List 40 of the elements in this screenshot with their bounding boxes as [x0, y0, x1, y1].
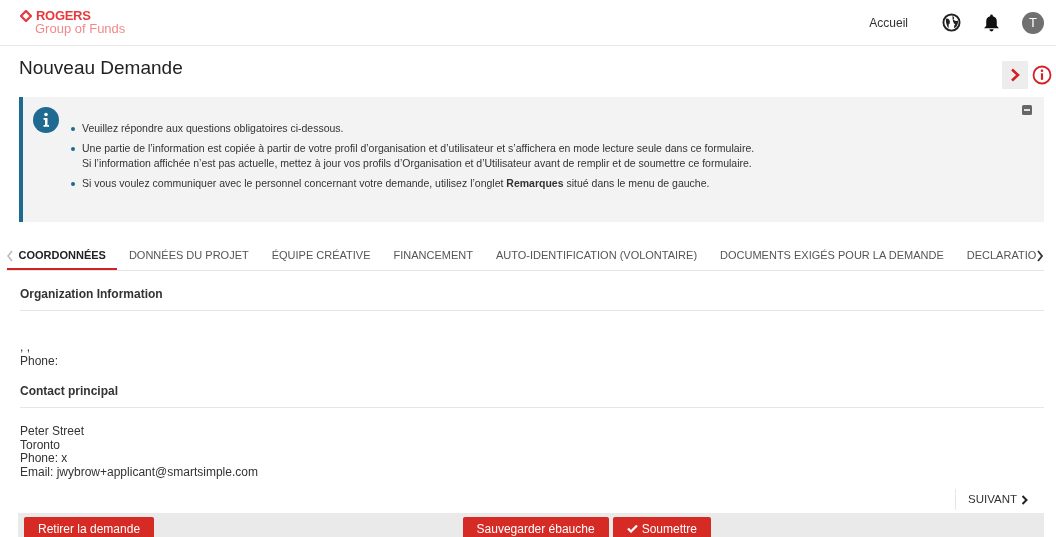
bell-icon[interactable] — [983, 13, 1000, 32]
tab[interactable]: DECLARATIO — [955, 242, 1036, 270]
chevron-right-icon[interactable] — [1036, 250, 1044, 262]
tab[interactable]: DONNÉES DU PROJET — [117, 242, 261, 270]
check-icon — [626, 524, 638, 534]
info-icon — [33, 107, 59, 133]
section-heading: Organization Information — [20, 271, 1044, 311]
tab[interactable]: COORDONNÉES — [7, 242, 118, 270]
expand-panel-button[interactable] — [1002, 61, 1028, 89]
info-line: Phone: x — [20, 452, 69, 466]
info-line: Peter Street — [20, 425, 86, 439]
info-line: , , — [20, 341, 31, 355]
info-icon[interactable] — [1032, 65, 1052, 85]
chevron-right-icon — [1021, 494, 1028, 505]
notice-text: Si vous voulez communiquer avec le personnel concernant votre demande, utilisez l’onglet Remarques situé dans le menu de gauche. — [82, 175, 710, 191]
logo-icon — [20, 9, 32, 22]
collapse-icon[interactable] — [1022, 105, 1032, 115]
withdraw-button[interactable]: Retirer la demande — [24, 517, 155, 537]
submit-button[interactable]: Soumettre — [612, 517, 711, 537]
bullet-icon — [71, 127, 75, 131]
logo-text: ROGERS — [36, 9, 91, 22]
tab[interactable]: DOCUMENTS EXIGÉS POUR LA DEMANDE — [708, 242, 956, 270]
save-draft-button[interactable]: Sauvegarder ébauche — [462, 517, 609, 537]
info-line: Email: jwybrow+applicant@smartsimple.com — [20, 465, 259, 479]
bullet-icon — [71, 181, 75, 186]
tab[interactable]: ÉQUIPE CRÉATIVE — [260, 242, 383, 270]
globe-icon[interactable] — [942, 13, 961, 32]
notice-text: Veuillez répondre aux questions obligatoires ci-dessous. — [82, 121, 344, 136]
tab[interactable]: FINANCEMENT — [382, 242, 485, 270]
logo-subtitle: Group of Funds — [34, 22, 126, 36]
section-heading: Contact principal — [20, 368, 1044, 408]
user-avatar[interactable]: T — [1022, 11, 1044, 34]
chevron-right-icon — [1010, 68, 1020, 82]
tab[interactable]: AUTO-IDENTIFICATION (VOLONTAIRE) — [484, 242, 709, 270]
info-line: Phone: — [20, 354, 60, 368]
info-line: Toronto — [20, 438, 62, 452]
home-link[interactable]: Accueil — [869, 13, 908, 32]
bullet-icon — [71, 146, 75, 151]
page-title: Nouveau Demande — [19, 56, 183, 80]
notice-text: Une partie de l’information est copiée à partir de votre profil d’organisation et d’utilisateur et s’affichera en mode lecture seule dans ce formulaire. Si l’information affichée n’est pas actuelle, mettez à jour vos profils d’Organisation et d’Utilisateur avant de remplir et de soumettre ce formulaire. — [82, 140, 755, 171]
